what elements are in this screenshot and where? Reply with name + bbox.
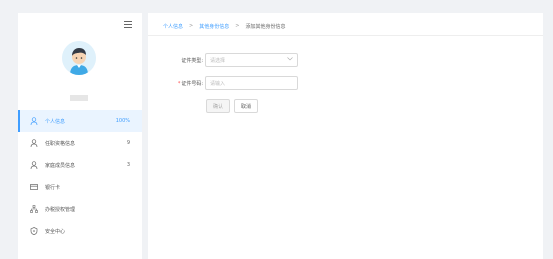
user-icon xyxy=(30,139,38,147)
user-icon xyxy=(30,161,38,169)
form-actions: 确认 取消 xyxy=(206,99,259,113)
breadcrumb-separator: > xyxy=(235,23,240,29)
breadcrumb-other-id[interactable]: 其他身份信息 xyxy=(199,23,229,30)
shield-icon xyxy=(30,227,38,235)
header-divider xyxy=(148,35,543,36)
doc-number-placeholder: 请输入 xyxy=(210,80,226,87)
required-mark: * xyxy=(177,80,181,87)
doc-type-select[interactable]: 请选择 xyxy=(205,53,298,67)
breadcrumb: 个人信息 > 其他身份信息 > 添加其他身份信息 xyxy=(163,19,285,33)
sidebar-item-personal-info[interactable]: 个人信息 100% xyxy=(18,110,142,132)
cancel-button[interactable]: 取消 xyxy=(234,99,259,113)
confirm-button[interactable]: 确认 xyxy=(206,99,231,113)
count-value: 3 xyxy=(126,162,130,168)
breadcrumb-add-other-id: 添加其他身份信息 xyxy=(245,23,286,30)
breadcrumb-separator: > xyxy=(189,23,194,29)
card-icon xyxy=(30,183,38,191)
sidebar-item-family[interactable]: 家庭成员信息 3 xyxy=(18,154,142,176)
doc-type-placeholder: 请选择 xyxy=(210,57,226,64)
sidebar-item-label: 任职资格信息 xyxy=(45,140,76,147)
sidebar-item-tax-auth[interactable]: 办税授权管理 xyxy=(18,198,142,220)
menu-toggle-icon[interactable] xyxy=(124,21,132,29)
org-icon xyxy=(30,205,38,213)
sidebar-item-label: 个人信息 xyxy=(45,118,66,125)
doc-type-row: 证件类型: 请选择 xyxy=(166,53,298,67)
doc-number-label-text: 证件号码: xyxy=(181,80,203,87)
breadcrumb-personal-info[interactable]: 个人信息 xyxy=(163,23,183,30)
count-value: 9 xyxy=(126,140,130,146)
completion-value: 100% xyxy=(115,118,130,124)
main-panel: 个人信息 > 其他身份信息 > 添加其他身份信息 证件类型: 请选择 *证件号码… xyxy=(148,13,543,259)
user-name-placeholder xyxy=(70,95,88,101)
user-icon xyxy=(30,117,38,125)
chevron-down-icon xyxy=(287,57,293,63)
doc-number-row: *证件号码: 请输入 xyxy=(166,76,298,90)
doc-type-label: 证件类型: xyxy=(181,57,203,64)
sidebar-item-label: 安全中心 xyxy=(45,228,66,235)
sidebar-item-label: 银行卡 xyxy=(45,184,61,191)
sidebar-item-bank-card[interactable]: 银行卡 xyxy=(18,176,142,198)
sidebar: 个人信息 100% 任职资格信息 9 家庭成员信息 3 银行卡 办税授权管理 安… xyxy=(18,13,142,259)
sidebar-item-security[interactable]: 安全中心 xyxy=(18,220,142,242)
sidebar-item-label: 家庭成员信息 xyxy=(45,162,76,169)
doc-number-input[interactable]: 请输入 xyxy=(205,76,298,90)
avatar xyxy=(62,41,96,75)
doc-number-label: *证件号码: xyxy=(166,80,203,87)
sidebar-item-label: 办税授权管理 xyxy=(45,206,76,213)
sidebar-item-qualification[interactable]: 任职资格信息 9 xyxy=(18,132,142,154)
